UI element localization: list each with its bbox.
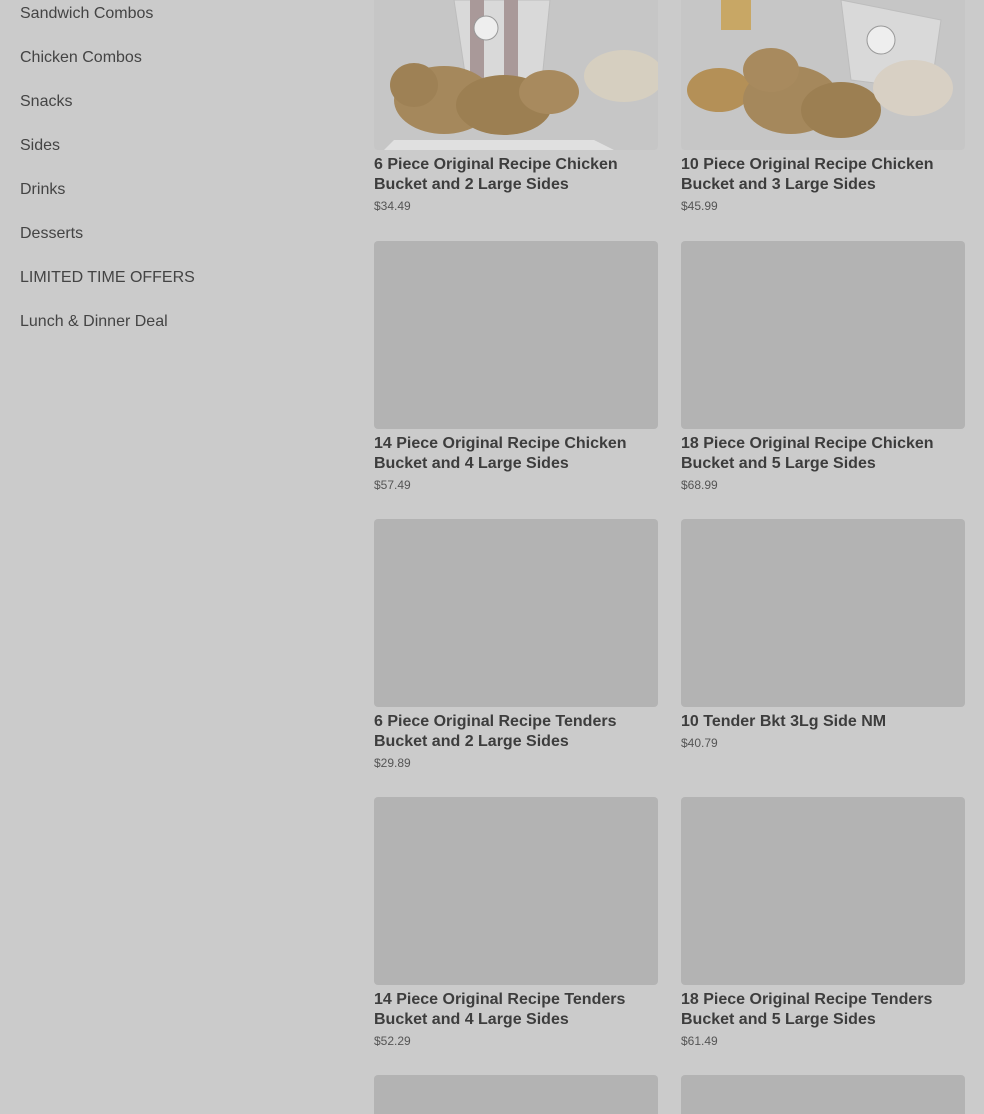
menu-item-price: $57.49 [374, 478, 411, 492]
menu-item-card[interactable]: 10 Piece Original Recipe Chicken Bucket … [681, 0, 965, 213]
menu-item-card[interactable]: 14 Piece Original Recipe Tenders Bucket … [374, 797, 658, 1048]
menu-item-price: $45.99 [681, 199, 718, 213]
category-sandwich-combos[interactable]: Sandwich Combos [20, 4, 153, 24]
menu-item-title: 18 Piece Original Recipe Tenders Bucket … [681, 991, 933, 1028]
menu-item-title: 14 Piece Original Recipe Chicken Bucket … [374, 435, 627, 472]
menu-item-title: 6 Piece Original Recipe Chicken Bucket a… [374, 156, 618, 193]
menu-item-card[interactable] [681, 1075, 965, 1114]
menu-item-title: 6 Piece Original Recipe Tenders Bucket a… [374, 713, 617, 750]
product-image-placeholder [681, 519, 965, 707]
product-image-placeholder [374, 1075, 658, 1114]
menu-item-price: $68.99 [681, 478, 718, 492]
category-limited-time-offers[interactable]: LIMITED TIME OFFERS [20, 268, 195, 288]
category-chicken-combos[interactable]: Chicken Combos [20, 48, 142, 68]
product-image-placeholder [681, 241, 965, 429]
category-sides[interactable]: Sides [20, 136, 60, 156]
category-snacks[interactable]: Snacks [20, 92, 72, 112]
menu-item-price: $52.29 [374, 1034, 411, 1048]
product-image-placeholder [374, 797, 658, 985]
product-image [681, 0, 965, 150]
product-image-placeholder [681, 1075, 965, 1114]
menu-item-card[interactable]: 10 Tender Bkt 3Lg Side NM $40.79 [681, 519, 965, 750]
category-lunch-dinner-deal[interactable]: Lunch & Dinner Deal [20, 312, 168, 332]
menu-item-card[interactable]: 6 Piece Original Recipe Chicken Bucket a… [374, 0, 658, 213]
menu-item-card[interactable]: 18 Piece Original Recipe Chicken Bucket … [681, 241, 965, 492]
product-image-placeholder [681, 797, 965, 985]
product-image [374, 0, 658, 150]
product-image-placeholder [374, 519, 658, 707]
menu-item-card[interactable] [374, 1075, 658, 1114]
menu-item-title: 10 Piece Original Recipe Chicken Bucket … [681, 156, 934, 193]
menu-item-price: $61.49 [681, 1034, 718, 1048]
category-desserts[interactable]: Desserts [20, 224, 83, 244]
menu-item-title: 14 Piece Original Recipe Tenders Bucket … [374, 991, 626, 1028]
menu-item-card[interactable]: 18 Piece Original Recipe Tenders Bucket … [681, 797, 965, 1048]
menu-item-title: 18 Piece Original Recipe Chicken Bucket … [681, 435, 934, 472]
menu-item-card[interactable]: 6 Piece Original Recipe Tenders Bucket a… [374, 519, 658, 770]
menu-item-price: $29.89 [374, 756, 411, 770]
menu-item-title: 10 Tender Bkt 3Lg Side NM [681, 713, 887, 730]
menu-item-card[interactable]: 14 Piece Original Recipe Chicken Bucket … [374, 241, 658, 492]
menu-item-price: $34.49 [374, 199, 411, 213]
menu-item-price: $40.79 [681, 736, 718, 750]
product-image-placeholder [374, 241, 658, 429]
category-drinks[interactable]: Drinks [20, 180, 65, 200]
